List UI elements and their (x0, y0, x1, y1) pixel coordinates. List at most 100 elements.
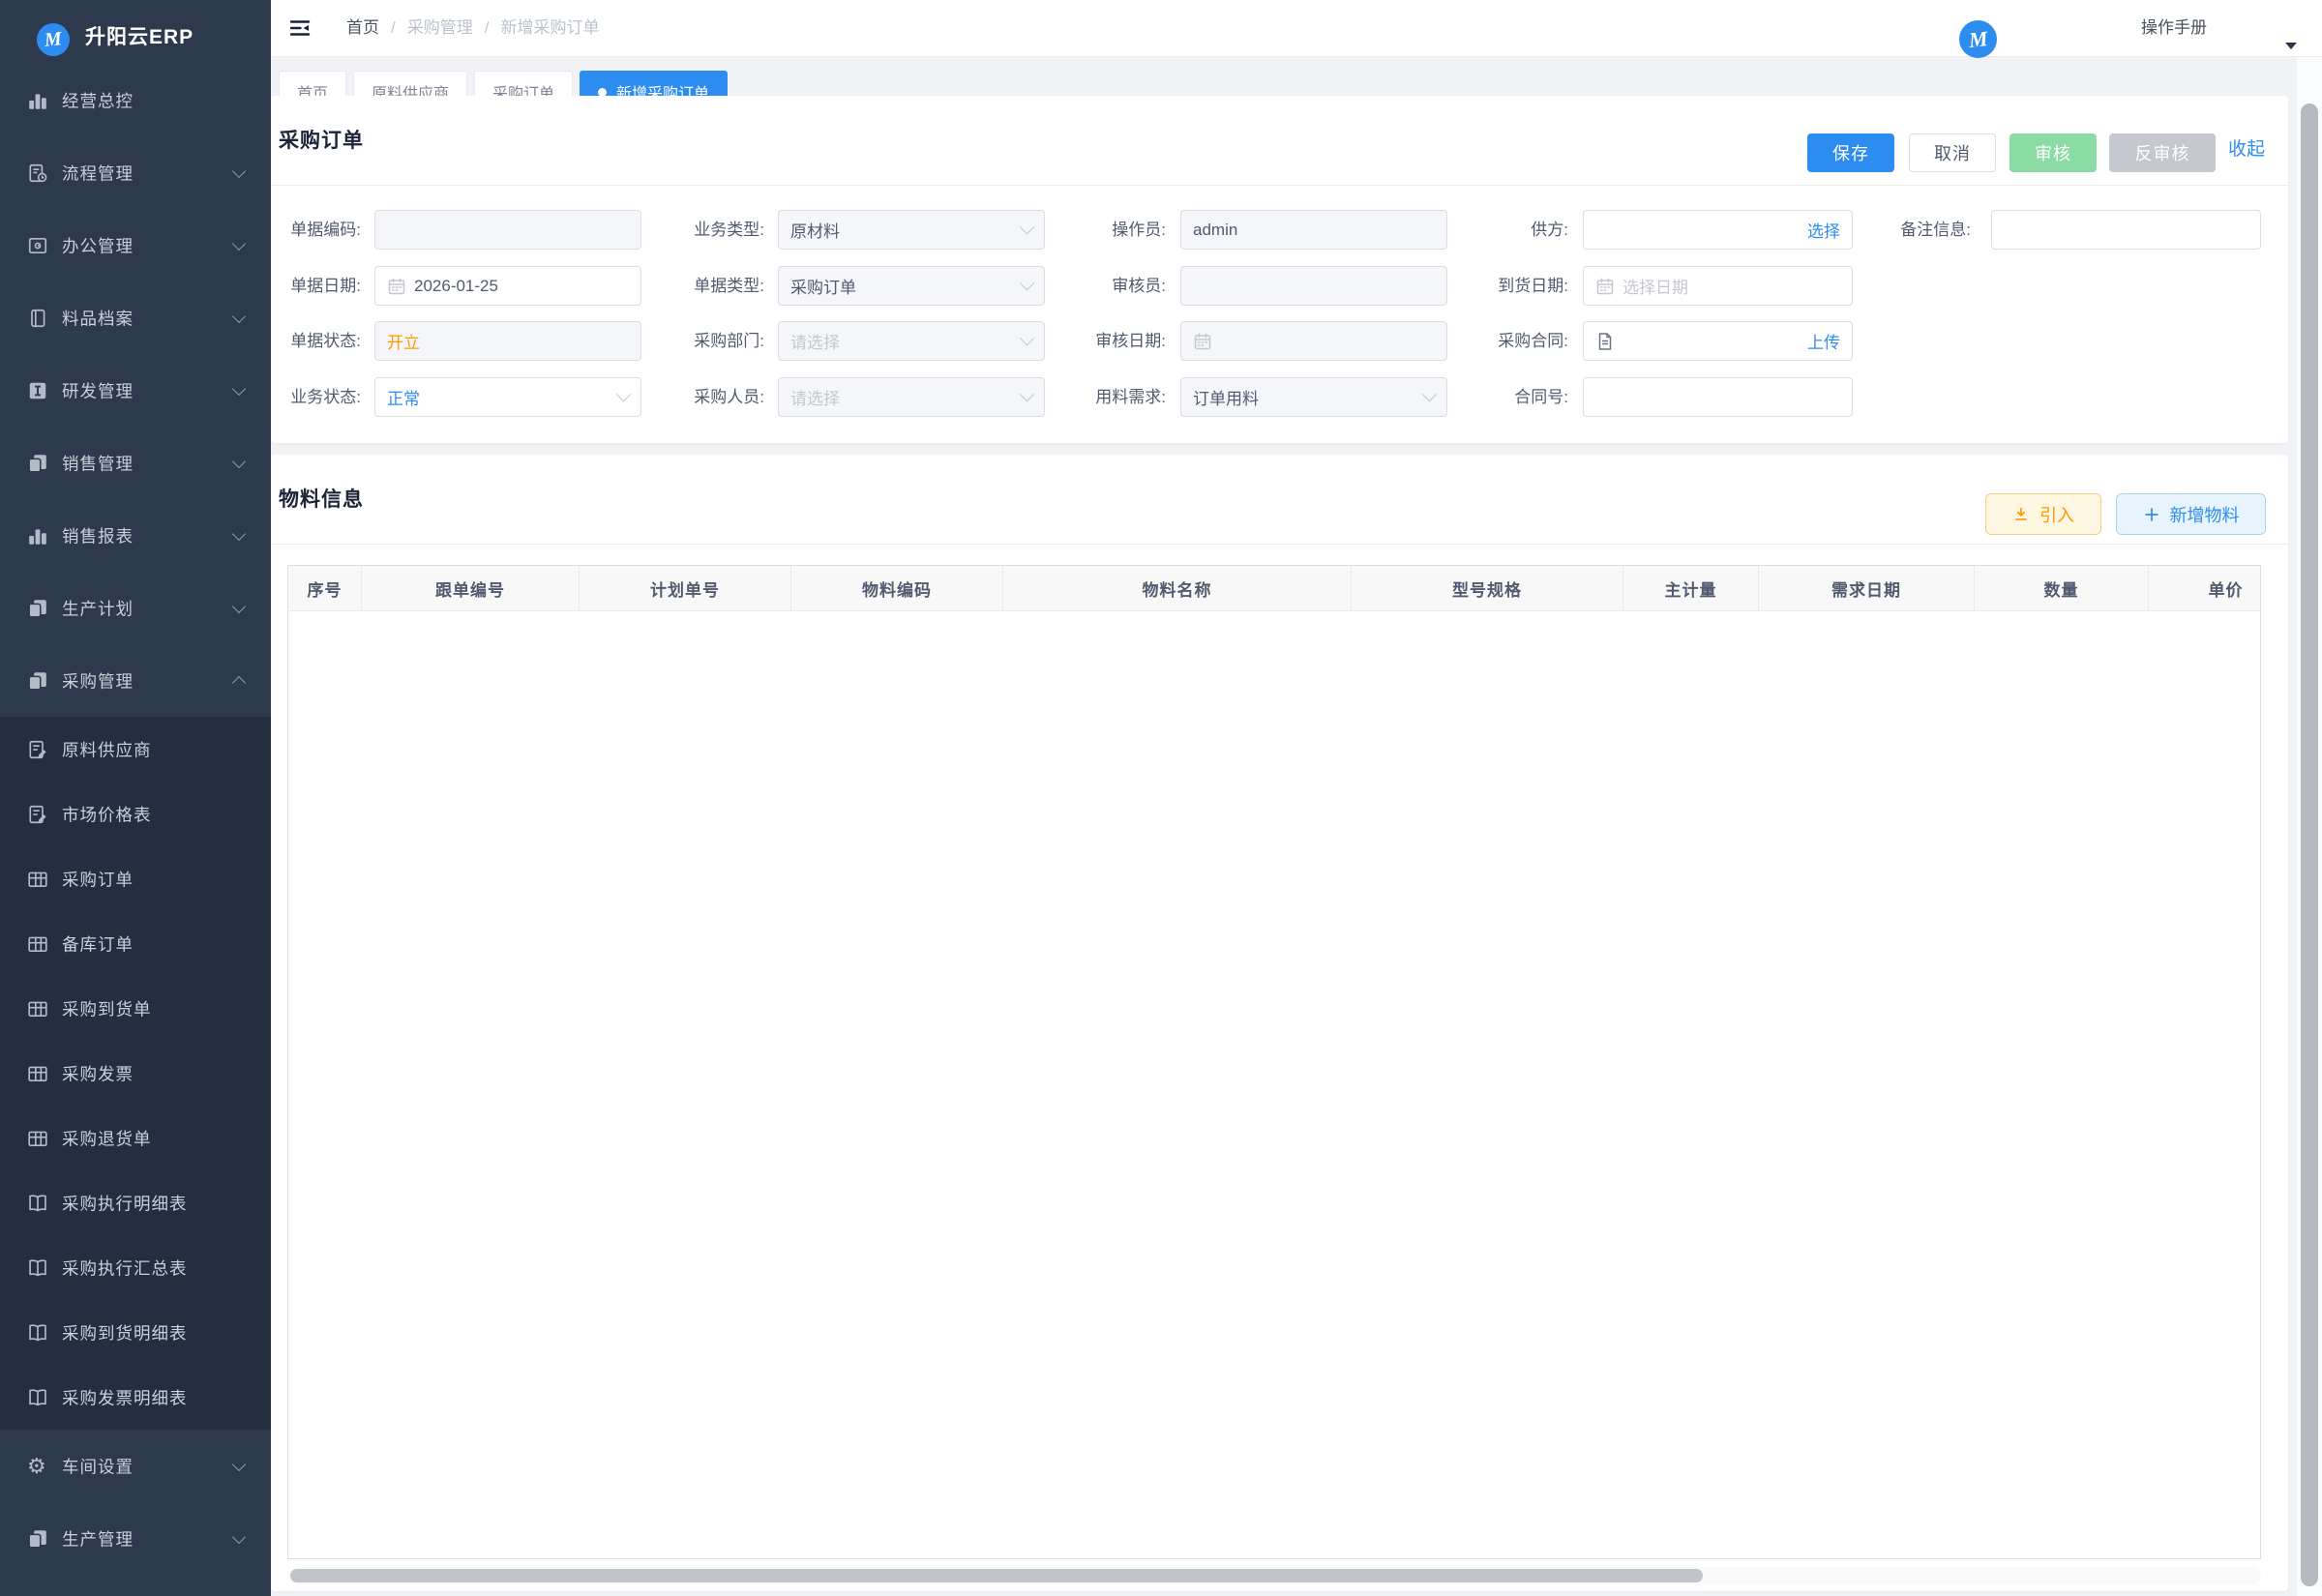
sidebar-item-5[interactable]: 研发管理 (0, 354, 271, 427)
sidebar-item-3[interactable]: 办公管理 (0, 209, 271, 281)
sidebar-item-18[interactable]: 采购执行汇总表 (0, 1235, 271, 1300)
sidebar-item-16[interactable]: 采购退货单 (0, 1106, 271, 1170)
sidebar-item-8[interactable]: 生产计划 (0, 572, 271, 644)
sidebar-item-label: 采购发票明细表 (62, 1385, 188, 1409)
add-material-button[interactable]: 新增物料 (2116, 493, 2266, 535)
contract-no-field[interactable] (1583, 377, 1853, 417)
auditor-label: 审核员: (1040, 266, 1166, 306)
sidebar-item-17[interactable]: 采购执行明细表 (0, 1170, 271, 1235)
pages-icon (27, 453, 48, 474)
sidebar-item-21[interactable]: ⚙车间设置 (0, 1430, 271, 1502)
purchase-dept-placeholder: 请选择 (790, 329, 840, 353)
chevron-down-icon (232, 1529, 246, 1543)
avatar[interactable]: M (1959, 20, 1997, 58)
remark-field[interactable] (1991, 210, 2261, 250)
sidebar-item-22[interactable]: 生产管理 (0, 1502, 271, 1575)
collapse-link[interactable]: 收起 (2228, 134, 2265, 161)
logo-row[interactable]: M 升阳云ERP (0, 0, 271, 64)
sidebar-item-1[interactable]: 经营总控 (0, 64, 271, 136)
column-header-9: 数量 (1975, 566, 2149, 610)
horizontal-scrollbar[interactable] (287, 1567, 2261, 1584)
sidebar-item-23[interactable]: 加工车间 (0, 1575, 271, 1596)
doc-edit-icon (27, 804, 48, 825)
calendar-icon (1193, 332, 1212, 351)
purchase-contract-link[interactable]: 上传 (1807, 329, 1840, 353)
gear-icon: ⚙ (27, 1456, 48, 1477)
doc-status-field: 开立 (374, 321, 641, 361)
table-header-row: 序号跟单编号计划单号物料编码物料名称型号规格主计量需求日期数量单价 (288, 566, 2261, 611)
sidebar-item-label: 销售报表 (62, 523, 134, 547)
sidebar-item-10[interactable]: 原料供应商 (0, 717, 271, 782)
breadcrumb-item-1[interactable]: 首页 (346, 18, 379, 37)
avatar-letter: M (1967, 26, 1988, 53)
breadcrumb-item-3: 新增采购订单 (500, 18, 599, 37)
audit-date-field (1180, 321, 1447, 361)
chevron-down-icon (232, 236, 246, 250)
rnd-icon (27, 380, 48, 401)
operator-field: admin (1180, 210, 1447, 250)
chevron-down-icon (1422, 387, 1438, 402)
manual-link[interactable]: 操作手册 (2141, 0, 2207, 56)
sidebar-item-label: 研发管理 (62, 378, 134, 402)
column-header-10: 单价 (2149, 566, 2261, 610)
sidebar-item-6[interactable]: 销售管理 (0, 427, 271, 499)
sidebar-item-label: 采购订单 (62, 867, 134, 891)
material-demand-value: 订单用料 (1193, 385, 1259, 409)
calendar-icon (387, 277, 406, 296)
biz-type-field: 原材料 (778, 210, 1045, 250)
operator-value: admin (1193, 221, 1237, 240)
arrival-date-field[interactable]: 选择日期 (1583, 266, 1853, 306)
app-root: M 升阳云ERP 经营总控流程管理办公管理料品档案研发管理销售管理销售报表生产计… (0, 0, 2322, 1596)
sidebar-item-label: 采购退货单 (62, 1126, 152, 1150)
sidebar-item-14[interactable]: 采购到货单 (0, 976, 271, 1041)
sidebar-item-12[interactable]: 采购订单 (0, 846, 271, 911)
add-material-label: 新增物料 (2170, 502, 2240, 527)
sidebar-item-9[interactable]: 采购管理 (0, 644, 271, 717)
menu-fold-icon[interactable] (288, 16, 312, 40)
doc-date-field[interactable]: 2026-01-25 (374, 266, 641, 306)
doc-type-field: 采购订单 (778, 266, 1045, 306)
column-header-3: 计划单号 (580, 566, 791, 610)
topbar: 首页/采购管理/新增采购订单 操作手册 (271, 0, 2322, 57)
column-header-8: 需求日期 (1759, 566, 1975, 610)
import-label: 引入 (2039, 502, 2074, 527)
import-button[interactable]: 引入 (1985, 493, 2101, 535)
sidebar-item-15[interactable]: 采购发票 (0, 1041, 271, 1106)
table-icon (27, 869, 48, 890)
sidebar-item-11[interactable]: 市场价格表 (0, 782, 271, 846)
chart-icon (27, 90, 48, 111)
sidebar-item-label: 备库订单 (62, 931, 134, 956)
save-button[interactable]: 保存 (1807, 133, 1894, 172)
archive-icon (27, 308, 48, 329)
book-open-icon (27, 1387, 48, 1408)
supplier-link[interactable]: 选择 (1807, 218, 1840, 242)
cancel-button[interactable]: 取消 (1909, 133, 1996, 172)
supplier-field[interactable]: 选择 (1583, 210, 1853, 250)
biz-status-field[interactable]: 正常 (374, 377, 641, 417)
column-header-7: 主计量 (1623, 566, 1759, 610)
document-icon (1595, 332, 1615, 351)
sidebar-item-2[interactable]: 流程管理 (0, 136, 271, 209)
sidebar-item-13[interactable]: 备库订单 (0, 911, 271, 976)
sidebar-item-4[interactable]: 料品档案 (0, 281, 271, 354)
horizontal-scrollbar-thumb[interactable] (290, 1569, 1703, 1582)
download-icon (2012, 506, 2030, 523)
user-caret-icon[interactable] (2285, 43, 2297, 49)
audit-button[interactable]: 审核 (2009, 133, 2097, 172)
column-header-6: 型号规格 (1352, 566, 1623, 610)
vertical-scrollbar-thumb[interactable] (2301, 103, 2318, 1586)
unaudit-button[interactable]: 反审核 (2109, 133, 2216, 172)
sidebar-submenu: 原料供应商市场价格表采购订单备库订单采购到货单采购发票采购退货单采购执行明细表采… (0, 717, 271, 1430)
breadcrumb-item-2[interactable]: 采购管理 (407, 18, 473, 37)
purchase-contract-label: 采购合同: (1443, 321, 1568, 361)
section-divider (271, 544, 2288, 545)
sidebar-item-label: 流程管理 (62, 161, 134, 185)
flow-icon (27, 163, 48, 184)
sidebar-item-label: 销售管理 (62, 451, 134, 475)
chevron-down-icon (1020, 276, 1035, 291)
purchase-contract-field[interactable]: 上传 (1583, 321, 1853, 361)
column-header-4: 物料编码 (791, 566, 1003, 610)
sidebar-item-20[interactable]: 采购发票明细表 (0, 1365, 271, 1430)
sidebar-item-7[interactable]: 销售报表 (0, 499, 271, 572)
sidebar-item-19[interactable]: 采购到货明细表 (0, 1300, 271, 1365)
